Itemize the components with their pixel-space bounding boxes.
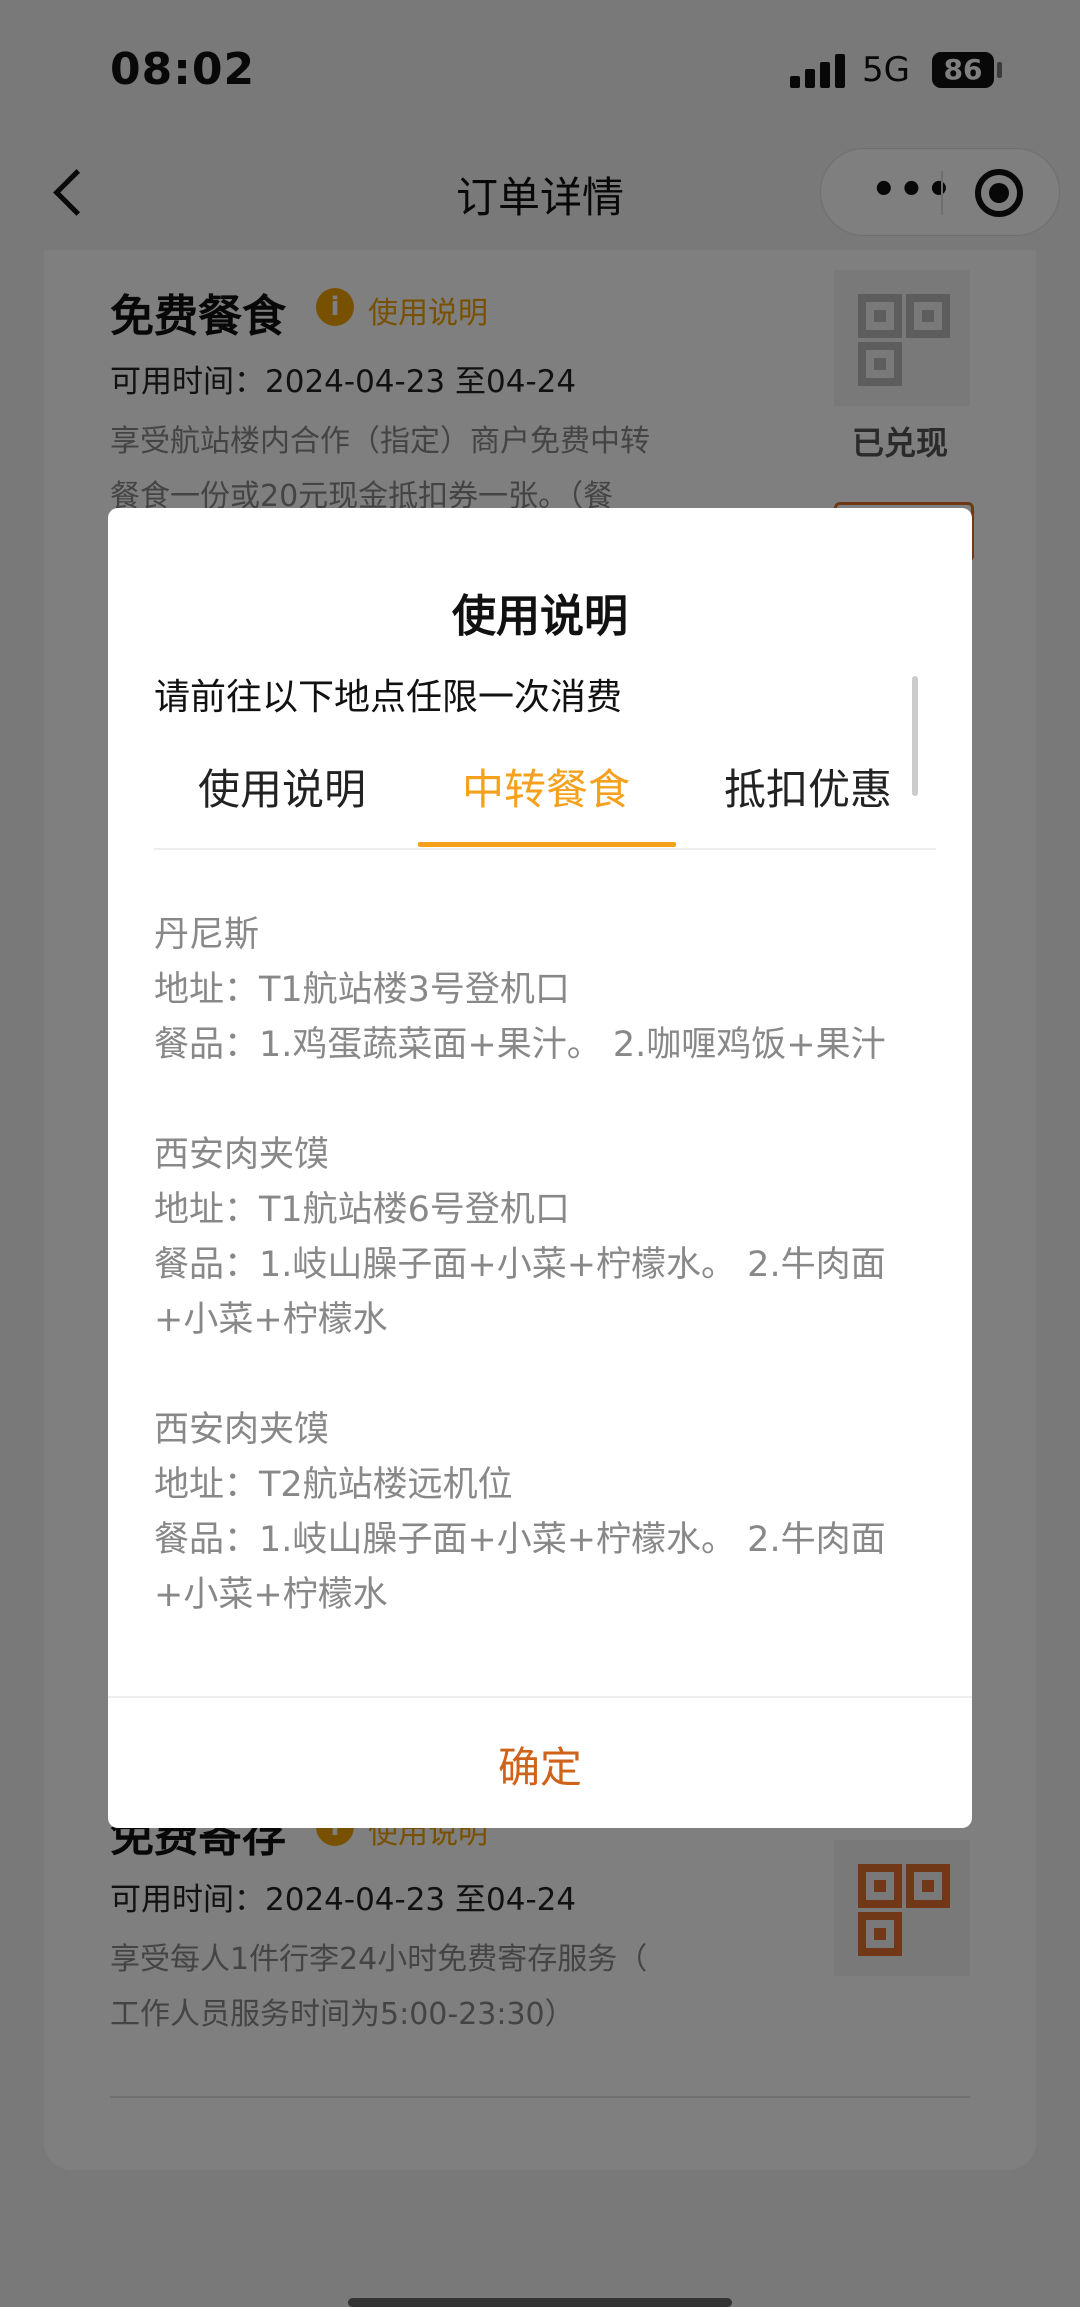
merchant-name: 西安肉夹馍	[154, 1410, 330, 1450]
confirm-button[interactable]: 确定	[108, 1734, 972, 1795]
list-item: 丹尼斯 地址：T1航站楼3号登机口 餐品：1.鸡蛋蔬菜面+果汁。 2.咖喱鸡饭+…	[154, 908, 936, 1073]
merchant-items: 餐品：1.岐山臊子面+小菜+柠檬水。 2.牛肉面+小菜+柠檬水	[154, 1245, 886, 1340]
modal-title: 使用说明	[452, 591, 628, 642]
tab-discount[interactable]: 抵扣优惠	[680, 756, 936, 817]
merchant-address: 地址：T2航站楼远机位	[154, 1465, 513, 1505]
home-indicator[interactable]	[348, 2298, 732, 2307]
merchant-items: 餐品：1.鸡蛋蔬菜面+果汁。 2.咖喱鸡饭+果汁	[154, 1025, 886, 1065]
merchant-address: 地址：T1航站楼6号登机口	[154, 1190, 570, 1230]
merchant-name: 西安肉夹馍	[154, 1135, 330, 1175]
tab-usage[interactable]: 使用说明	[154, 756, 410, 817]
list-item: 西安肉夹馍 地址：T2航站楼远机位 餐品：1.岐山臊子面+小菜+柠檬水。 2.牛…	[154, 1403, 936, 1623]
modal-footer: 确定	[108, 1696, 972, 1828]
list-item: 西安肉夹馍 地址：T1航站楼6号登机口 餐品：1.岐山臊子面+小菜+柠檬水。 2…	[154, 1128, 936, 1348]
tab-transfer-meal[interactable]: 中转餐食	[418, 756, 674, 817]
merchant-items: 餐品：1.岐山臊子面+小菜+柠檬水。 2.牛肉面+小菜+柠檬水	[154, 1520, 886, 1615]
merchant-list: 丹尼斯 地址：T1航站楼3号登机口 餐品：1.鸡蛋蔬菜面+果汁。 2.咖喱鸡饭+…	[154, 908, 936, 1678]
merchant-name: 丹尼斯	[154, 915, 260, 955]
active-tab-indicator	[418, 842, 676, 847]
usage-instructions-modal: 使用说明 请前往以下地点任限一次消费 使用说明 中转餐食 抵扣优惠 丹尼斯 地址…	[108, 508, 972, 1828]
modal-subtitle: 请前往以下地点任限一次消费	[154, 677, 623, 718]
tab-bar: 使用说明 中转餐食 抵扣优惠	[154, 736, 936, 850]
merchant-address: 地址：T1航站楼3号登机口	[154, 970, 570, 1010]
